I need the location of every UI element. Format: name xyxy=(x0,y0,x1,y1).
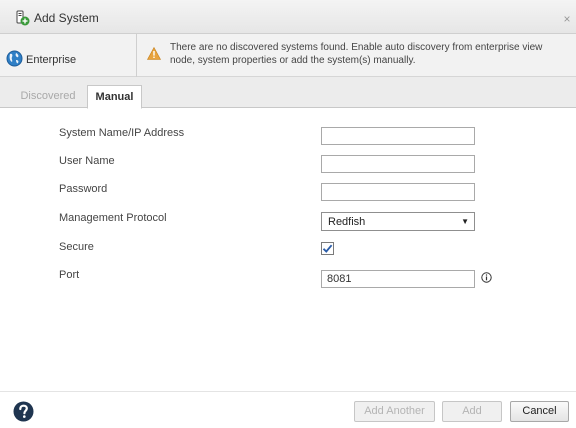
warning-message: There are no discovered systems found. E… xyxy=(170,42,543,66)
cancel-button[interactable]: Cancel xyxy=(510,401,569,422)
help-icon[interactable] xyxy=(13,401,34,422)
secure-checkbox[interactable] xyxy=(321,242,334,255)
password-label: Password xyxy=(59,183,108,195)
add-system-icon xyxy=(16,10,30,26)
protocol-value: Redfish xyxy=(328,216,366,228)
footer-divider xyxy=(0,391,576,392)
scope-panel: Enterprise xyxy=(0,34,137,77)
tab-discovered[interactable]: Discovered xyxy=(13,85,83,108)
secure-label: Secure xyxy=(59,241,94,253)
info-icon[interactable] xyxy=(481,272,492,283)
user-name-input[interactable] xyxy=(321,155,475,173)
add-button[interactable]: Add xyxy=(442,401,502,422)
chevron-down-icon: ▼ xyxy=(461,217,469,226)
warning-icon xyxy=(147,47,161,60)
system-name-label: System Name/IP Address xyxy=(59,127,185,139)
user-name-label: User Name xyxy=(59,155,115,167)
tab-manual[interactable]: Manual xyxy=(87,85,142,109)
tab-bar: Discovered Manual xyxy=(0,77,576,109)
context-bar: Enterprise There are no discovered syste… xyxy=(0,34,576,77)
scope-label: Enterprise xyxy=(26,54,77,66)
password-input[interactable] xyxy=(321,183,475,201)
checkmark-icon xyxy=(322,244,333,253)
dialog-title-bar: Add System × xyxy=(0,0,576,34)
dialog-title: Add System xyxy=(34,11,99,25)
globe-icon xyxy=(6,50,23,67)
system-name-input[interactable] xyxy=(321,127,475,145)
add-another-button[interactable]: Add Another xyxy=(354,401,435,422)
port-label: Port xyxy=(59,269,80,281)
protocol-select[interactable]: Redfish ▼ xyxy=(321,212,475,231)
close-icon[interactable]: × xyxy=(560,12,574,26)
port-input[interactable] xyxy=(321,270,475,288)
protocol-label: Management Protocol xyxy=(59,212,167,224)
